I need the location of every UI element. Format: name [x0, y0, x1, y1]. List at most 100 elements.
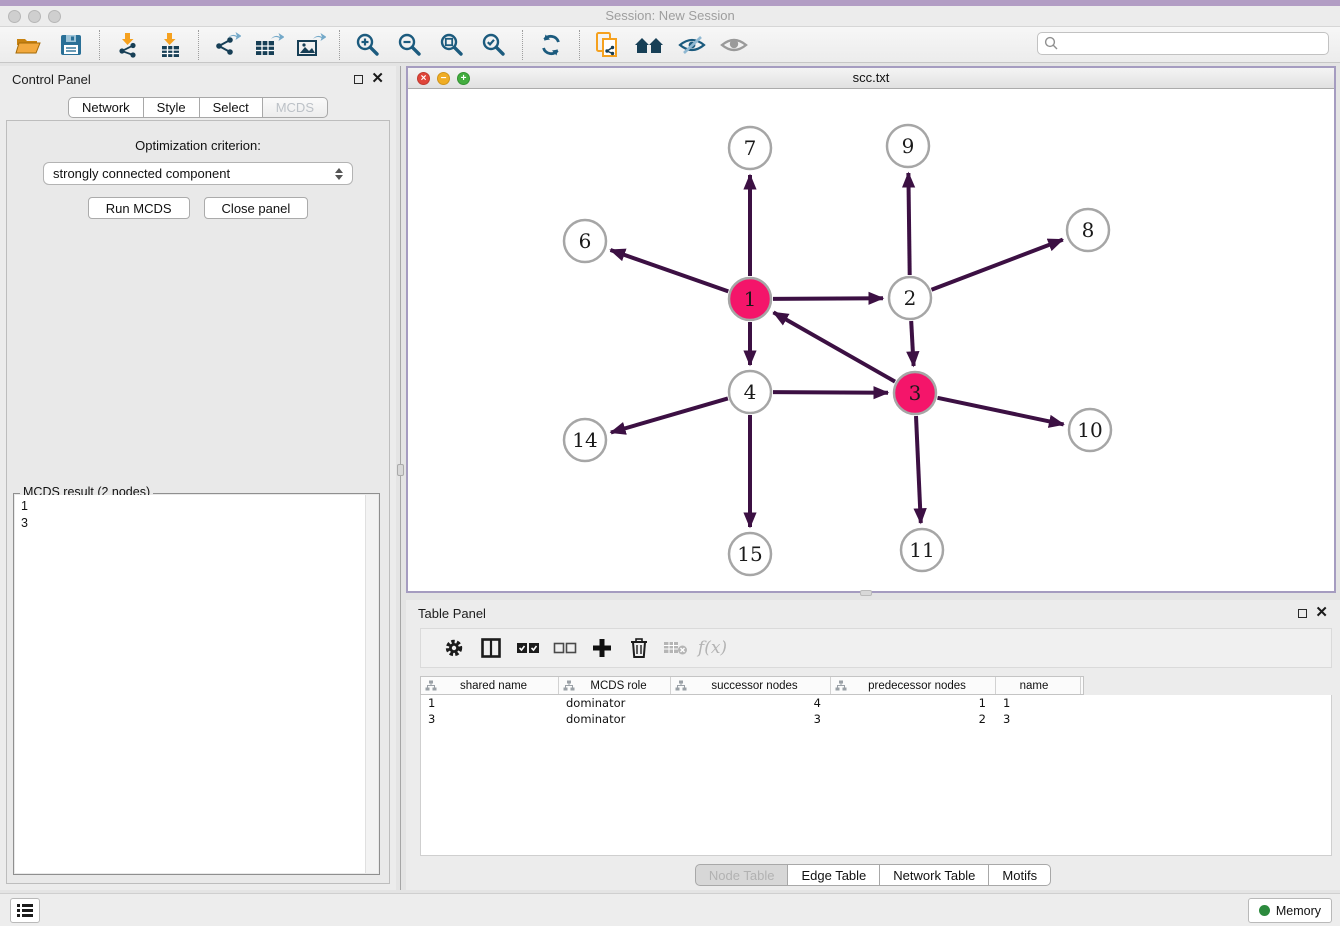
horizontal-splitter-handle[interactable]: [860, 590, 872, 596]
cell-name[interactable]: 3: [996, 711, 1081, 727]
tab-style[interactable]: Style: [143, 97, 200, 118]
column-header-name[interactable]: name: [996, 677, 1081, 694]
node-label: 4: [744, 380, 757, 404]
hide-selected-button[interactable]: [671, 28, 713, 62]
table-row[interactable]: 1dominator411: [421, 695, 1331, 711]
graph-edge-3-10[interactable]: [938, 398, 1064, 425]
unselect-all-columns-button[interactable]: [546, 631, 583, 665]
export-image-button[interactable]: [290, 28, 332, 62]
show-all-button[interactable]: [713, 28, 755, 62]
graph-edge-3-1[interactable]: [774, 312, 896, 381]
delete-table-icon: [663, 639, 689, 657]
close-table-panel-icon[interactable]: ✕: [1315, 607, 1328, 619]
zoom-in-button[interactable]: [347, 28, 389, 62]
export-table-button[interactable]: [248, 28, 290, 62]
graph-edge-1-2[interactable]: [773, 298, 883, 299]
float-table-panel-icon[interactable]: [1298, 609, 1307, 618]
graph-edge-2-9[interactable]: [908, 173, 909, 275]
graph-node-9[interactable]: 9: [887, 125, 929, 167]
cell-predecessor-nodes[interactable]: 1: [831, 695, 996, 711]
column-header-MCDS-role[interactable]: MCDS role: [559, 677, 671, 694]
run-mcds-button[interactable]: Run MCDS: [88, 197, 190, 219]
close-panel-icon[interactable]: ✕: [371, 73, 384, 85]
cell-predecessor-nodes[interactable]: 2: [831, 711, 996, 727]
table-body[interactable]: 1dominator4113dominator323: [420, 695, 1332, 856]
save-session-button[interactable]: [50, 28, 92, 62]
list-icon: [16, 903, 34, 918]
tab-edge-table[interactable]: Edge Table: [787, 864, 880, 886]
vertical-splitter-handle[interactable]: [397, 464, 404, 476]
graph-edge-3-11[interactable]: [916, 416, 921, 523]
cell-successor-nodes[interactable]: 3: [671, 711, 831, 727]
graph-node-14[interactable]: 14: [564, 419, 606, 461]
table-row[interactable]: 3dominator323: [421, 711, 1331, 727]
cell-name[interactable]: 1: [996, 695, 1081, 711]
graph-node-4[interactable]: 4: [729, 371, 771, 413]
memory-button[interactable]: Memory: [1248, 898, 1332, 923]
network-window-titlebar[interactable]: × − + scc.txt: [408, 68, 1334, 89]
control-panel-title: Control Panel: [12, 72, 91, 87]
tab-select[interactable]: Select: [199, 97, 263, 118]
export-network-button[interactable]: [206, 28, 248, 62]
graph-node-2[interactable]: 2: [889, 277, 931, 319]
search-input[interactable]: [1059, 37, 1322, 51]
tab-network[interactable]: Network: [68, 97, 144, 118]
refresh-button[interactable]: [530, 28, 572, 62]
graph-node-11[interactable]: 11: [901, 529, 943, 571]
graph-edge-2-3[interactable]: [911, 321, 913, 366]
vertical-splitter[interactable]: [400, 66, 401, 890]
graph-node-7[interactable]: 7: [729, 127, 771, 169]
graph-node-6[interactable]: 6: [564, 220, 606, 262]
function-builder-button[interactable]: f(x): [694, 631, 731, 665]
table-panel-header: Table Panel ✕: [406, 600, 1340, 626]
column-header-successor-nodes[interactable]: successor nodes: [671, 677, 831, 694]
network-canvas[interactable]: 7 9 6 8 1 2 4 3 14 10 15 11: [408, 89, 1334, 591]
task-history-button[interactable]: [10, 898, 40, 923]
neighbors-button[interactable]: [629, 28, 671, 62]
import-network-button[interactable]: [107, 28, 149, 62]
graph-node-3[interactable]: 3: [894, 372, 936, 414]
graph-node-1[interactable]: 1: [729, 278, 771, 320]
open-session-button[interactable]: [8, 28, 50, 62]
graph-edge-2-8[interactable]: [932, 240, 1063, 290]
column-header-predecessor-nodes[interactable]: predecessor nodes: [831, 677, 996, 694]
cell-successor-nodes[interactable]: 4: [671, 695, 831, 711]
result-scrollbar[interactable]: [365, 495, 378, 873]
close-panel-button[interactable]: Close panel: [204, 197, 309, 219]
tab-node-table[interactable]: Node Table: [695, 864, 789, 886]
zoom-out-button[interactable]: [389, 28, 431, 62]
graph-node-10[interactable]: 10: [1069, 409, 1111, 451]
select-all-columns-button[interactable]: [509, 631, 546, 665]
add-row-button[interactable]: [583, 631, 620, 665]
cell-shared-name[interactable]: 3: [421, 711, 559, 727]
cell-MCDS-role[interactable]: dominator: [559, 695, 671, 711]
graph-node-8[interactable]: 8: [1067, 209, 1109, 251]
tab-motifs[interactable]: Motifs: [988, 864, 1051, 886]
delete-row-button[interactable]: [620, 631, 657, 665]
tab-network-table[interactable]: Network Table: [879, 864, 989, 886]
graph-node-15[interactable]: 15: [729, 533, 771, 575]
cell-shared-name[interactable]: 1: [421, 695, 559, 711]
graph-edge-4-14[interactable]: [611, 398, 728, 432]
application-window: Session: New Session: [0, 0, 1340, 926]
mcds-app-button[interactable]: [587, 28, 629, 62]
zoom-fit-button[interactable]: [431, 28, 473, 62]
node-label: 10: [1077, 418, 1102, 442]
float-panel-icon[interactable]: [354, 75, 363, 84]
column-header-shared-name[interactable]: shared name: [421, 677, 559, 694]
houses-icon: [634, 33, 666, 57]
import-network-icon: [115, 32, 141, 58]
cell-MCDS-role[interactable]: dominator: [559, 711, 671, 727]
import-table-button[interactable]: [149, 28, 191, 62]
graph-edge-4-3[interactable]: [773, 392, 888, 393]
open-folder-icon: [15, 33, 43, 57]
toolbar-separator: [339, 30, 340, 60]
criterion-dropdown[interactable]: strongly connected component: [43, 162, 353, 185]
delete-table-button[interactable]: [657, 631, 694, 665]
tab-mcds[interactable]: MCDS: [262, 97, 328, 118]
table-settings-button[interactable]: [435, 631, 472, 665]
graph-edge-1-6[interactable]: [611, 250, 729, 291]
show-columns-button[interactable]: [472, 631, 509, 665]
search-box[interactable]: [1037, 32, 1329, 55]
zoom-selected-button[interactable]: [473, 28, 515, 62]
